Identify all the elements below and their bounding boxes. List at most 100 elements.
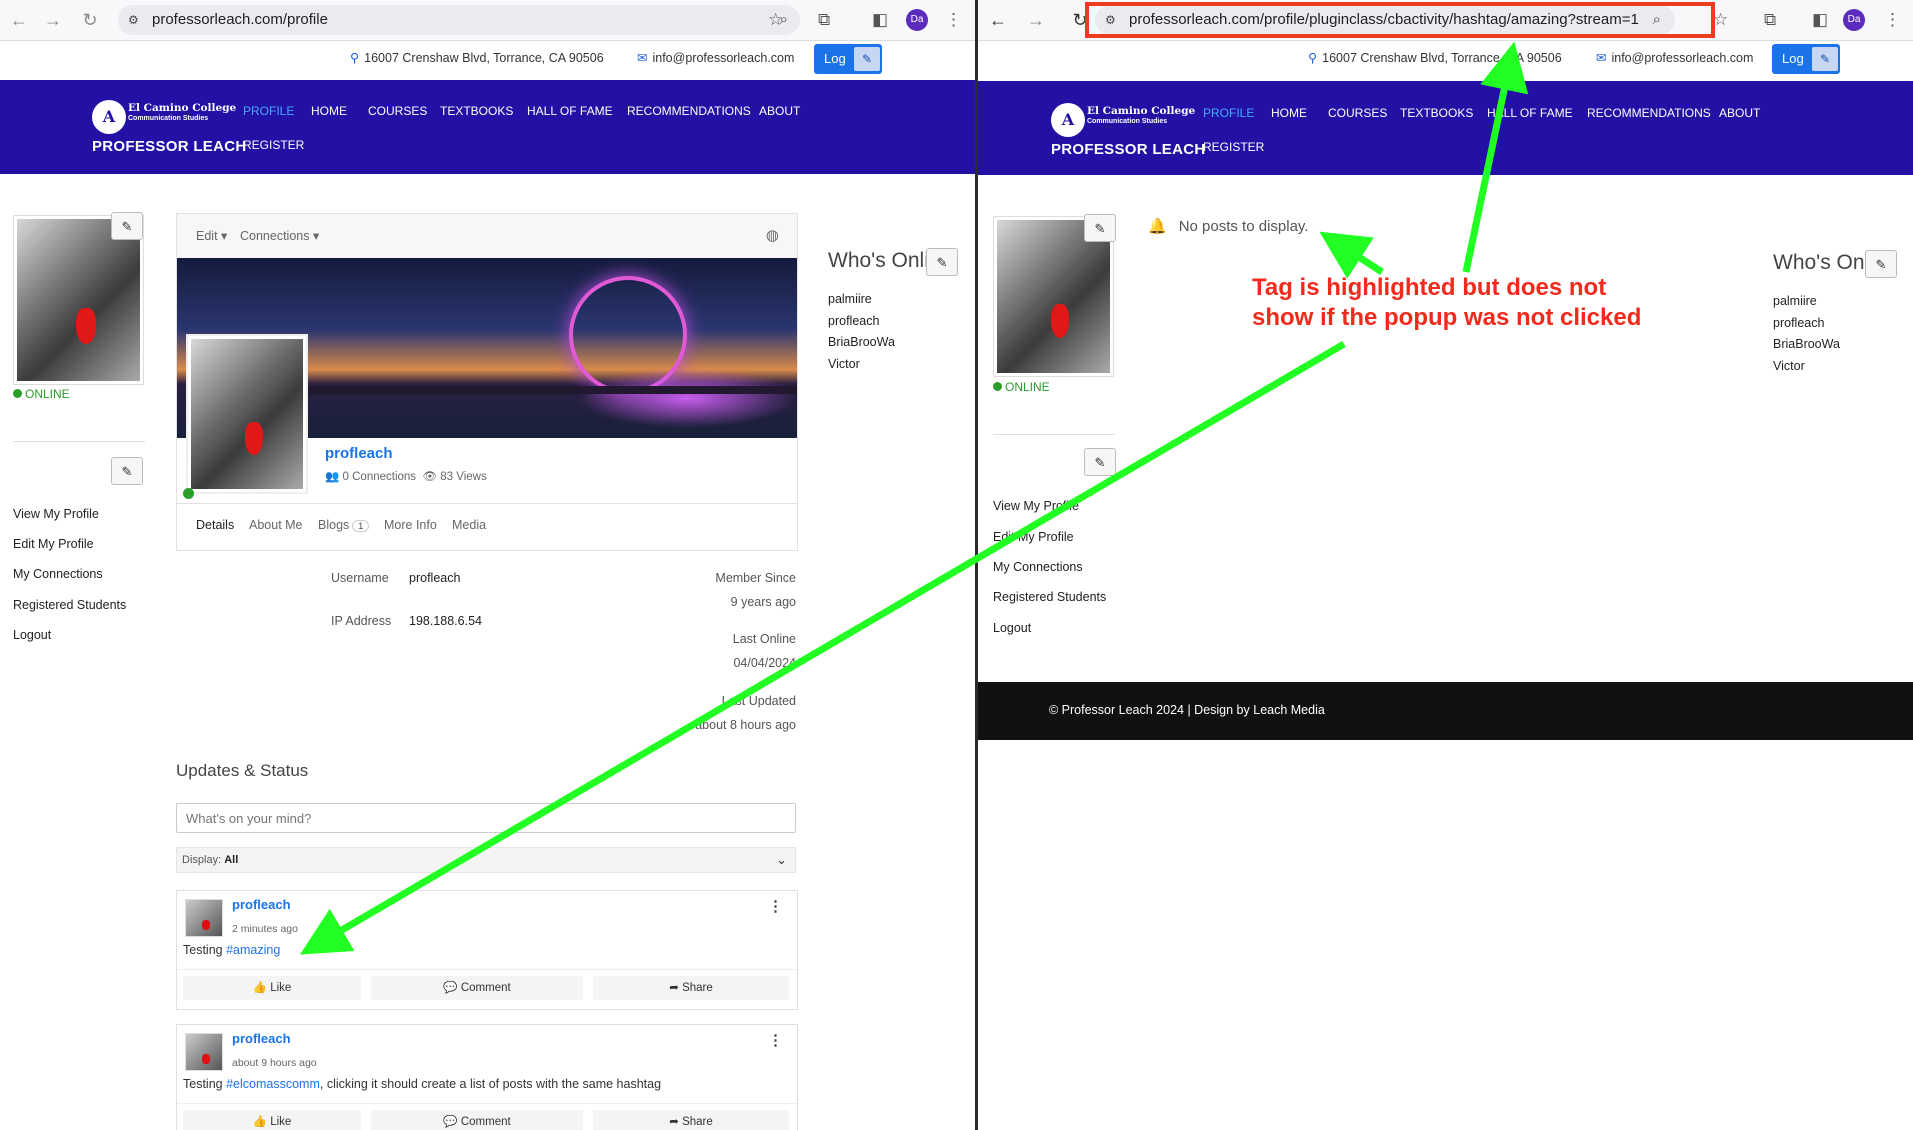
sidebar-link-logout[interactable]: Logout <box>993 621 1031 635</box>
chevron-down-icon[interactable]: ⌄ <box>776 848 787 872</box>
post-text: Testing #amazing <box>183 943 280 957</box>
edit-icon[interactable]: ✎ <box>854 47 880 71</box>
edit-menu-button[interactable]: ✎ <box>111 457 143 485</box>
nav-hall-of-fame[interactable]: HALL OF FAME <box>1487 106 1573 120</box>
hashtag-link-amazing[interactable]: #amazing <box>226 943 280 957</box>
whos-online-edit-button[interactable]: ✎ <box>1865 250 1897 278</box>
login-button[interactable]: Log ✎ <box>814 44 882 74</box>
sidebar-link-registered-students[interactable]: Registered Students <box>13 598 126 612</box>
post-avatar[interactable] <box>185 899 223 937</box>
email-info[interactable]: ✉ info@professorleach.com <box>1596 50 1753 65</box>
nav-home[interactable]: HOME <box>311 104 347 118</box>
avatar[interactable]: Da <box>1843 9 1865 31</box>
sidebar-link-registered-students[interactable]: Registered Students <box>993 590 1106 604</box>
profile-avatar[interactable] <box>186 334 308 494</box>
nav-courses[interactable]: COURSES <box>1328 106 1387 120</box>
nav-register[interactable]: REGISTER <box>243 138 304 152</box>
bookmark-star-icon[interactable]: ☆ <box>768 10 783 30</box>
display-filter[interactable]: Display: All ⌄ <box>176 847 796 873</box>
forward-icon[interactable]: → <box>43 10 63 30</box>
nav-hall-of-fame[interactable]: HALL OF FAME <box>527 104 613 118</box>
no-posts-message: 🔔 No posts to display. <box>1148 217 1308 235</box>
nav-about[interactable]: ABOUT <box>759 104 800 118</box>
online-user-3[interactable]: BriaBrooWa <box>1773 337 1840 351</box>
edit-dropdown[interactable]: Edit ▾ <box>196 228 227 243</box>
online-user-4[interactable]: Victor <box>828 357 860 371</box>
sidebar-link-edit-profile[interactable]: Edit My Profile <box>13 537 94 551</box>
online-user-2[interactable]: profleach <box>828 314 879 328</box>
nav-textbooks[interactable]: TEXTBOOKS <box>440 104 513 118</box>
share-button[interactable]: ➦ Share <box>593 976 789 1000</box>
nav-home[interactable]: HOME <box>1271 106 1307 120</box>
post-time: about 9 hours ago <box>232 1057 317 1069</box>
menu-kebab-icon[interactable]: ⋮ <box>1884 10 1901 30</box>
avatar[interactable]: Da <box>906 9 928 31</box>
post-avatar[interactable] <box>185 1033 223 1071</box>
nav-recommendations[interactable]: RECOMMENDATIONS <box>1587 106 1711 120</box>
nav-profile[interactable]: PROFILE <box>243 104 294 118</box>
nav-about[interactable]: ABOUT <box>1719 106 1760 120</box>
sidebar-link-edit-profile[interactable]: Edit My Profile <box>993 530 1074 544</box>
post-menu-icon[interactable]: ⋮ <box>768 897 783 915</box>
edit-menu-button[interactable]: ✎ <box>1084 448 1116 476</box>
post-menu-icon[interactable]: ⋮ <box>768 1031 783 1049</box>
tab-about-me[interactable]: About Me <box>249 518 303 532</box>
edit-photo-button[interactable]: ✎ <box>111 212 143 240</box>
nav-textbooks[interactable]: TEXTBOOKS <box>1400 106 1473 120</box>
login-button[interactable]: Log ✎ <box>1772 44 1840 74</box>
extensions-icon[interactable]: ⧉ <box>1764 10 1776 30</box>
address-bar[interactable]: ⚙ professorleach.com/profile ⌕ <box>118 5 800 35</box>
email-info[interactable]: ✉ info@professorleach.com <box>637 50 794 65</box>
comment-button[interactable]: 💬 Comment <box>371 976 583 1000</box>
post-text-before: Testing <box>183 943 227 957</box>
back-icon[interactable]: ← <box>988 10 1008 30</box>
online-dot-icon <box>993 382 1002 391</box>
cover-glow <box>577 368 797 428</box>
post-username[interactable]: profleach <box>232 897 291 912</box>
back-icon[interactable]: ← <box>9 10 29 30</box>
bookmark-star-icon[interactable]: ☆ <box>1713 10 1728 30</box>
annotation-line1: Tag is highlighted but does not <box>1252 274 1607 301</box>
like-button[interactable]: 👍 Like <box>183 1110 361 1130</box>
address-info: ⚲ 16007 Crenshaw Blvd, Torrance, CA 90506 <box>350 50 604 65</box>
sidebar-link-view-profile[interactable]: View My Profile <box>993 499 1079 513</box>
edit-icon[interactable]: ✎ <box>1812 47 1838 71</box>
cover-pier <box>237 386 797 394</box>
forward-icon[interactable]: → <box>1026 10 1046 30</box>
hashtag-link-elcomasscomm[interactable]: #elcomasscomm <box>226 1077 320 1091</box>
online-user-2[interactable]: profleach <box>1773 316 1824 330</box>
whos-online-edit-button[interactable]: ✎ <box>926 248 958 276</box>
tab-media[interactable]: Media <box>452 518 486 532</box>
nav-recommendations[interactable]: RECOMMENDATIONS <box>627 104 751 118</box>
status-input[interactable] <box>176 803 796 833</box>
online-user-4[interactable]: Victor <box>1773 359 1805 373</box>
reload-icon[interactable]: ↻ <box>80 10 100 30</box>
profile-name[interactable]: profleach <box>325 445 393 462</box>
sidebar-link-connections[interactable]: My Connections <box>993 560 1083 574</box>
globe-icon[interactable]: ◍ <box>766 226 779 244</box>
username-value: profleach <box>409 571 461 585</box>
nav-courses[interactable]: COURSES <box>368 104 427 118</box>
side-panel-icon[interactable]: ◧ <box>872 10 888 30</box>
nav-profile[interactable]: PROFILE <box>1203 106 1254 120</box>
extensions-icon[interactable]: ⧉ <box>818 10 830 30</box>
share-button[interactable]: ➦ Share <box>593 1110 789 1130</box>
comment-button[interactable]: 💬 Comment <box>371 1110 583 1130</box>
tab-blogs[interactable]: Blogs 1 <box>318 518 370 532</box>
menu-kebab-icon[interactable]: ⋮ <box>945 10 962 30</box>
online-user-1[interactable]: palmiire <box>828 292 872 306</box>
online-user-3[interactable]: BriaBrooWa <box>828 335 895 349</box>
edit-photo-button[interactable]: ✎ <box>1084 214 1116 242</box>
tab-more-info[interactable]: More Info <box>384 518 437 532</box>
side-panel-icon[interactable]: ◧ <box>1812 10 1828 30</box>
tab-details[interactable]: Details <box>196 518 234 532</box>
like-button[interactable]: 👍 Like <box>183 976 361 1000</box>
post-username[interactable]: profleach <box>232 1031 291 1046</box>
site-settings-icon[interactable]: ⚙ <box>128 5 139 35</box>
connections-dropdown[interactable]: Connections ▾ <box>240 228 319 243</box>
sidebar-link-logout[interactable]: Logout <box>13 628 51 642</box>
nav-register[interactable]: REGISTER <box>1203 140 1264 154</box>
sidebar-link-connections[interactable]: My Connections <box>13 567 103 581</box>
online-user-1[interactable]: palmiire <box>1773 294 1817 308</box>
sidebar-link-view-profile[interactable]: View My Profile <box>13 507 99 521</box>
